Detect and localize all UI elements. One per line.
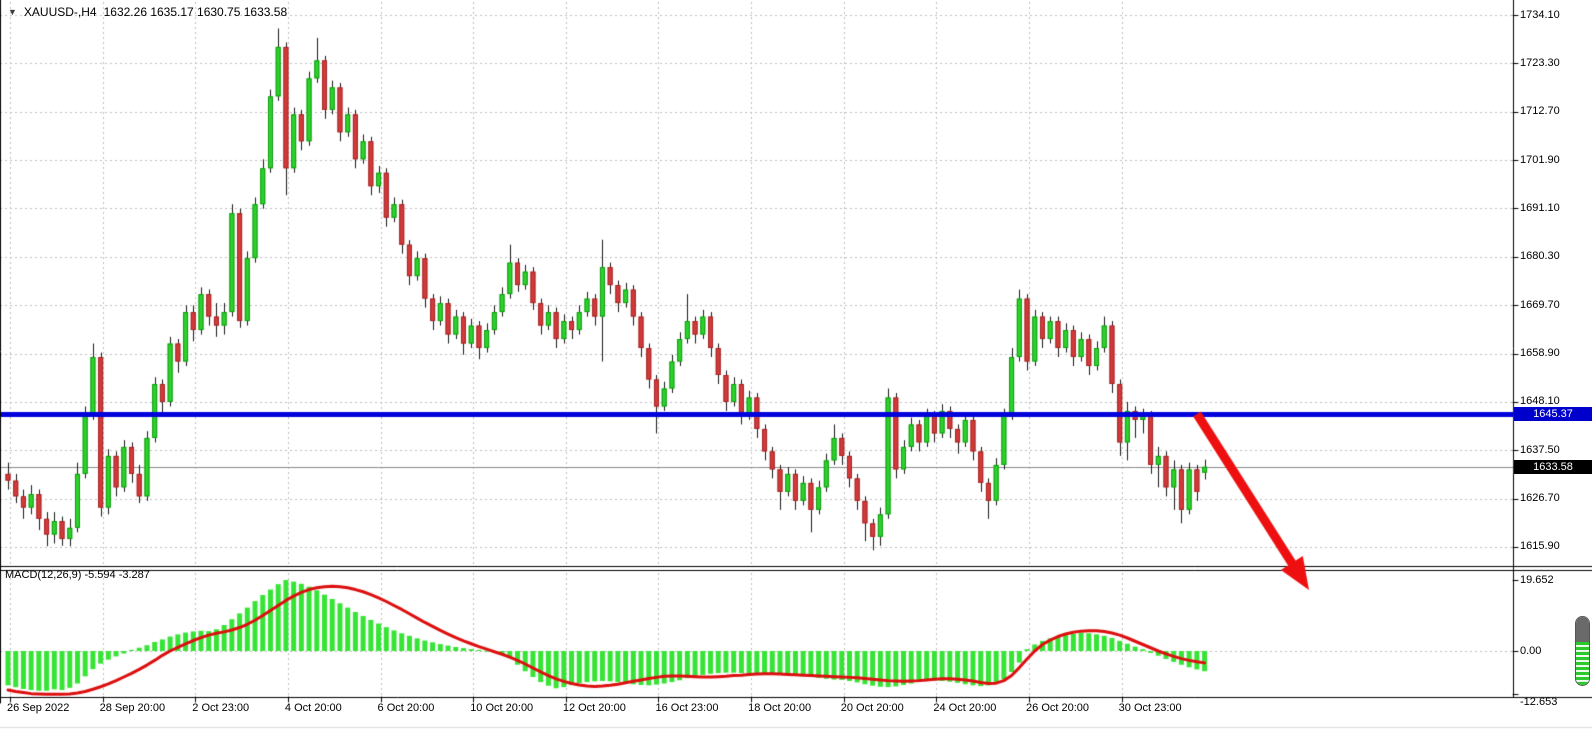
axis-label: -12.653: [1520, 696, 1557, 708]
scroll-indicator-stripes: [1576, 642, 1589, 686]
axis-label: 1701.90: [1520, 154, 1560, 166]
time-axis-label: 28 Sep 20:00: [100, 702, 165, 714]
axis-label: 1637.50: [1520, 444, 1560, 456]
time-axis-label: 4 Oct 20:00: [285, 702, 342, 714]
time-axis-label: 20 Oct 20:00: [841, 702, 904, 714]
time-axis-label: 10 Oct 20:00: [470, 702, 533, 714]
chart-title-row: ▼ XAUUSD-,H4 1632.26 1635.17 1630.75 163…: [8, 5, 287, 19]
axis-label: 1615.90: [1520, 540, 1560, 552]
time-axis-label: 2 Oct 23:00: [192, 702, 249, 714]
time-axis-label: 12 Oct 20:00: [563, 702, 626, 714]
chart-symbol-period: XAUUSD-,H4: [24, 5, 97, 19]
time-axis-label: 16 Oct 23:00: [655, 702, 718, 714]
axis-label: 1658.90: [1520, 347, 1560, 359]
symbol-dropdown-triangle-icon[interactable]: ▼: [8, 6, 17, 18]
scroll-indicator-cap: [1576, 617, 1589, 642]
axis-label: 1712.70: [1520, 105, 1560, 117]
axis-label: 1680.30: [1520, 250, 1560, 262]
hline-price-tag: 1645.37: [1514, 407, 1592, 421]
chart-ohlc-readout: 1632.26 1635.17 1630.75 1633.58: [104, 5, 288, 19]
axis-label: 1691.10: [1520, 202, 1560, 214]
time-axis-label: 30 Oct 23:00: [1119, 702, 1182, 714]
scroll-indicator[interactable]: [1575, 616, 1590, 686]
time-axis-label: 24 Oct 20:00: [933, 702, 996, 714]
macd-indicator-label: MACD(12,26,9) -5.594 -3.287: [5, 569, 150, 581]
axis-label: 1723.30: [1520, 57, 1560, 69]
time-axis-label: 6 Oct 20:00: [378, 702, 435, 714]
time-axis-label: 26 Sep 2022: [7, 702, 69, 714]
time-axis-label: 26 Oct 20:00: [1026, 702, 1089, 714]
axis-label: 0.00: [1520, 645, 1541, 657]
axis-label: 1669.70: [1520, 299, 1560, 311]
chart-window: ▼ XAUUSD-,H4 1632.26 1635.17 1630.75 163…: [0, 0, 1592, 730]
axis-label: 1734.10: [1520, 9, 1560, 21]
axis-label: 19.652: [1520, 574, 1554, 586]
price-chart-canvas[interactable]: [0, 0, 1592, 730]
axis-label: 1648.10: [1520, 395, 1560, 407]
axis-label: 1626.70: [1520, 492, 1560, 504]
time-axis-label: 18 Oct 20:00: [748, 702, 811, 714]
last-price-tag: 1633.58: [1514, 460, 1592, 474]
